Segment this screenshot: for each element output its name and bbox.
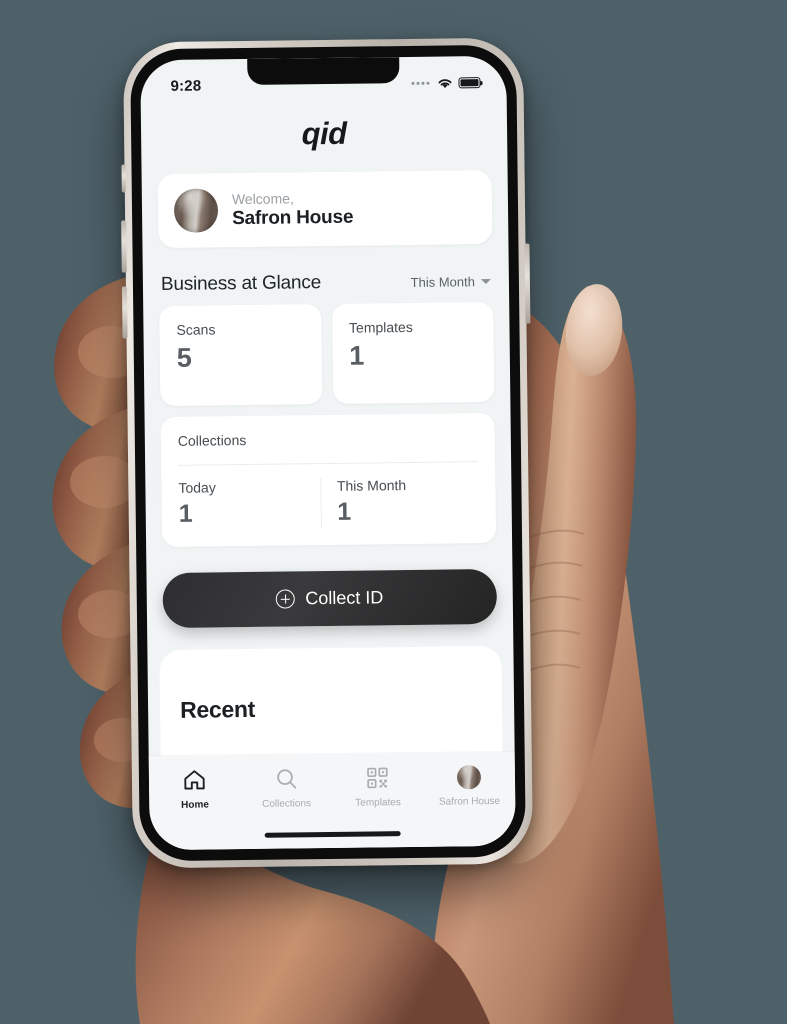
plus-circle-icon xyxy=(276,589,296,609)
collections-split: Today 1 This Month 1 xyxy=(178,476,479,529)
collections-title: Collections xyxy=(177,431,247,449)
period-filter-dropdown[interactable]: This Month xyxy=(411,273,491,289)
tab-profile[interactable]: Safron House xyxy=(423,764,515,808)
stat-card-scans[interactable]: Scans 5 xyxy=(159,304,322,407)
welcome-text: Welcome, Safron House xyxy=(232,189,354,229)
welcome-user-name: Safron House xyxy=(231,206,354,229)
collect-id-label: Collect ID xyxy=(305,587,384,609)
collections-today: Today 1 xyxy=(178,478,320,529)
phone-bezel: 9:28 qid Welcome, Safron House Business … xyxy=(130,44,526,862)
stat-label: Scans xyxy=(176,321,216,338)
stat-label: Templates xyxy=(348,318,413,336)
battery-full-icon xyxy=(458,76,481,88)
recent-title: Recent xyxy=(179,695,256,723)
phone-screen: 9:28 qid Welcome, Safron House Business … xyxy=(140,55,516,851)
volume-up-button[interactable] xyxy=(121,220,127,273)
chevron-down-icon xyxy=(480,278,491,284)
tab-label: Safron House xyxy=(438,795,501,808)
status-bar-indicators xyxy=(411,76,481,90)
split-value: 1 xyxy=(337,497,351,526)
collections-card[interactable]: Collections Today 1 This Month 1 xyxy=(160,412,497,548)
business-section-header: Business at Glance This Month xyxy=(161,270,491,296)
tab-label: Templates xyxy=(355,797,401,809)
qr-code-icon xyxy=(365,765,390,790)
phone-device: 9:28 qid Welcome, Safron House Business … xyxy=(121,37,534,869)
wifi-icon xyxy=(438,78,452,88)
stats-row: Scans 5 Templates 1 xyxy=(159,301,495,407)
split-label: This Month xyxy=(336,477,407,494)
app-logo: qid xyxy=(301,115,347,152)
tab-templates[interactable]: Templates xyxy=(332,765,424,809)
stat-card-templates[interactable]: Templates 1 xyxy=(331,301,495,404)
collections-this-month: This Month 1 xyxy=(319,476,479,528)
volume-down-button[interactable] xyxy=(121,286,128,339)
period-filter-label: This Month xyxy=(410,273,476,290)
status-bar: 9:28 xyxy=(140,56,507,104)
power-button[interactable] xyxy=(524,243,531,324)
tab-label: Collections xyxy=(262,798,312,810)
status-bar-clock: 9:28 xyxy=(170,77,202,95)
welcome-greeting: Welcome, xyxy=(231,189,294,207)
page-title: Business at Glance xyxy=(160,272,322,296)
avatar xyxy=(457,764,482,789)
user-avatar xyxy=(173,188,219,233)
signal-dots-icon xyxy=(411,81,430,85)
tab-home[interactable]: Home xyxy=(149,767,241,811)
tab-label: Home xyxy=(181,799,209,811)
divider xyxy=(178,461,479,466)
tab-collections[interactable]: Collections xyxy=(240,766,332,810)
stat-value: 5 xyxy=(176,342,192,373)
collect-id-button[interactable]: Collect ID xyxy=(162,568,498,629)
user-avatar xyxy=(457,764,482,789)
app-content: qid Welcome, Safron House Business at Gl… xyxy=(141,100,516,851)
welcome-card[interactable]: Welcome, Safron House xyxy=(157,169,493,249)
search-icon xyxy=(274,766,299,791)
home-icon xyxy=(182,768,207,793)
split-value: 1 xyxy=(178,499,193,528)
silence-switch[interactable] xyxy=(121,164,126,193)
split-label: Today xyxy=(178,479,216,496)
stat-value: 1 xyxy=(349,340,365,371)
